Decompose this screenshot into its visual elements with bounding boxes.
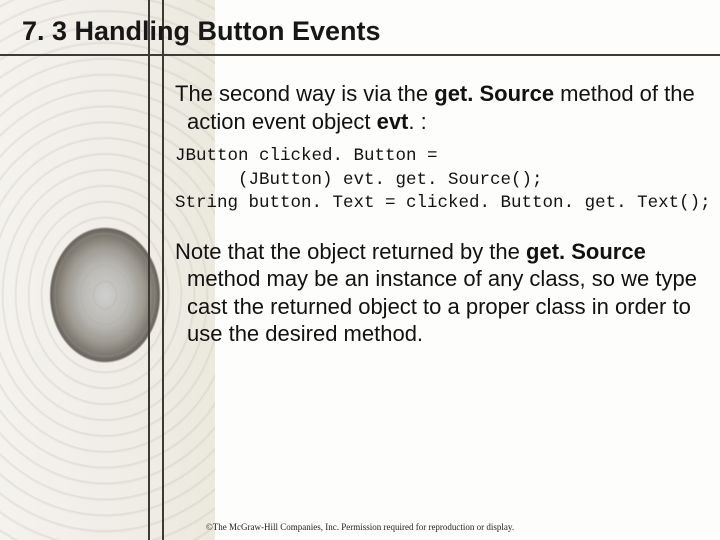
para1-bold-getsource: get. Source [434, 81, 554, 106]
para2-bold-getsource: get. Source [526, 239, 646, 264]
para1-text-pre: The second way is via the [175, 81, 434, 106]
title-underline [0, 54, 720, 56]
slide-body: The second way is via the get. Source me… [175, 55, 700, 348]
para1-bold-evt: evt [377, 109, 409, 134]
copyright-footer: ©The McGraw-Hill Companies, Inc. Permiss… [0, 522, 720, 532]
slide-title: 7. 3 Handling Button Events [0, 16, 720, 55]
slide-content: 7. 3 Handling Button Events The second w… [0, 0, 720, 348]
para1-text-post: . : [408, 109, 426, 134]
code-block: JButton clicked. Button = (JButton) evt.… [175, 145, 700, 216]
para2-text-post: method may be an instance of any class, … [187, 266, 697, 346]
paragraph-intro: The second way is via the get. Source me… [175, 80, 700, 135]
para2-text-pre: Note that the object returned by the [175, 239, 526, 264]
paragraph-note: Note that the object returned by the get… [175, 238, 700, 348]
